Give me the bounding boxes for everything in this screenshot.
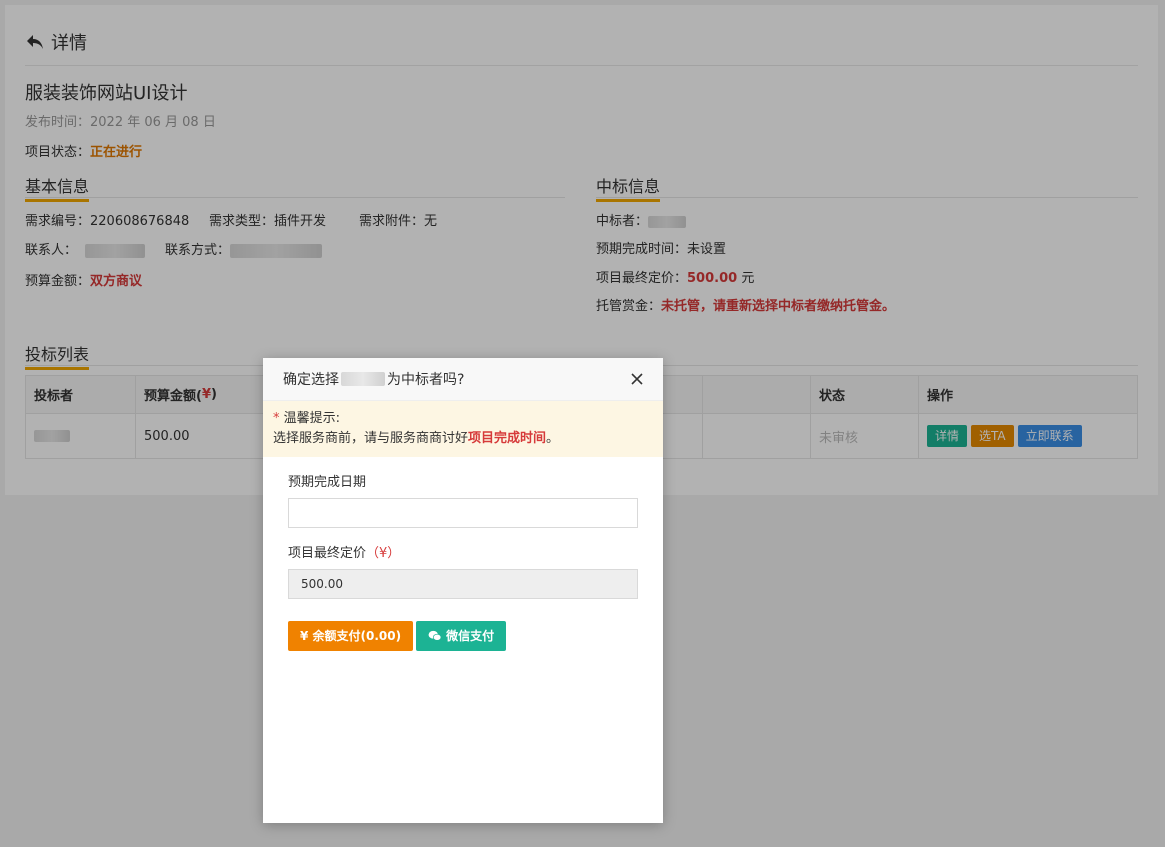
dialog-title-suffix: 为中标者吗? (387, 372, 465, 388)
date-input[interactable] (288, 498, 638, 528)
tip-title: 温馨提示: (279, 411, 341, 426)
wechat-icon (428, 630, 442, 641)
date-label: 预期完成日期 (288, 475, 367, 490)
confirm-winner-dialog: 确定选择 为中标者吗? * 温馨提示: 选择服务商前，请与服务商商讨好项目完成时… (263, 358, 663, 823)
dialog-form: 预期完成日期 项目最终定价（¥） 500.00 ¥ 余额支付(0.00) 微信支… (263, 457, 663, 665)
close-icon[interactable] (629, 371, 645, 387)
dialog-title-prefix: 确定选择 (283, 372, 339, 388)
wechat-pay-button[interactable]: 微信支付 (416, 621, 507, 651)
tip-highlight: 项目完成时间 (468, 431, 547, 446)
tip-box: * 温馨提示: 选择服务商前，请与服务商商讨好项目完成时间。 (263, 401, 663, 457)
blurred-name (341, 372, 385, 386)
dialog-header: 确定选择 为中标者吗? (263, 358, 663, 401)
balance-pay-button[interactable]: ¥ 余额支付(0.00) (288, 621, 414, 651)
price-input[interactable]: 500.00 (288, 569, 638, 599)
payment-buttons: ¥ 余额支付(0.00) 微信支付 (288, 621, 638, 651)
tip-text: 选择服务商前，请与服务商商讨好 (273, 431, 469, 446)
price-label: 项目最终定价（¥） (288, 546, 401, 561)
